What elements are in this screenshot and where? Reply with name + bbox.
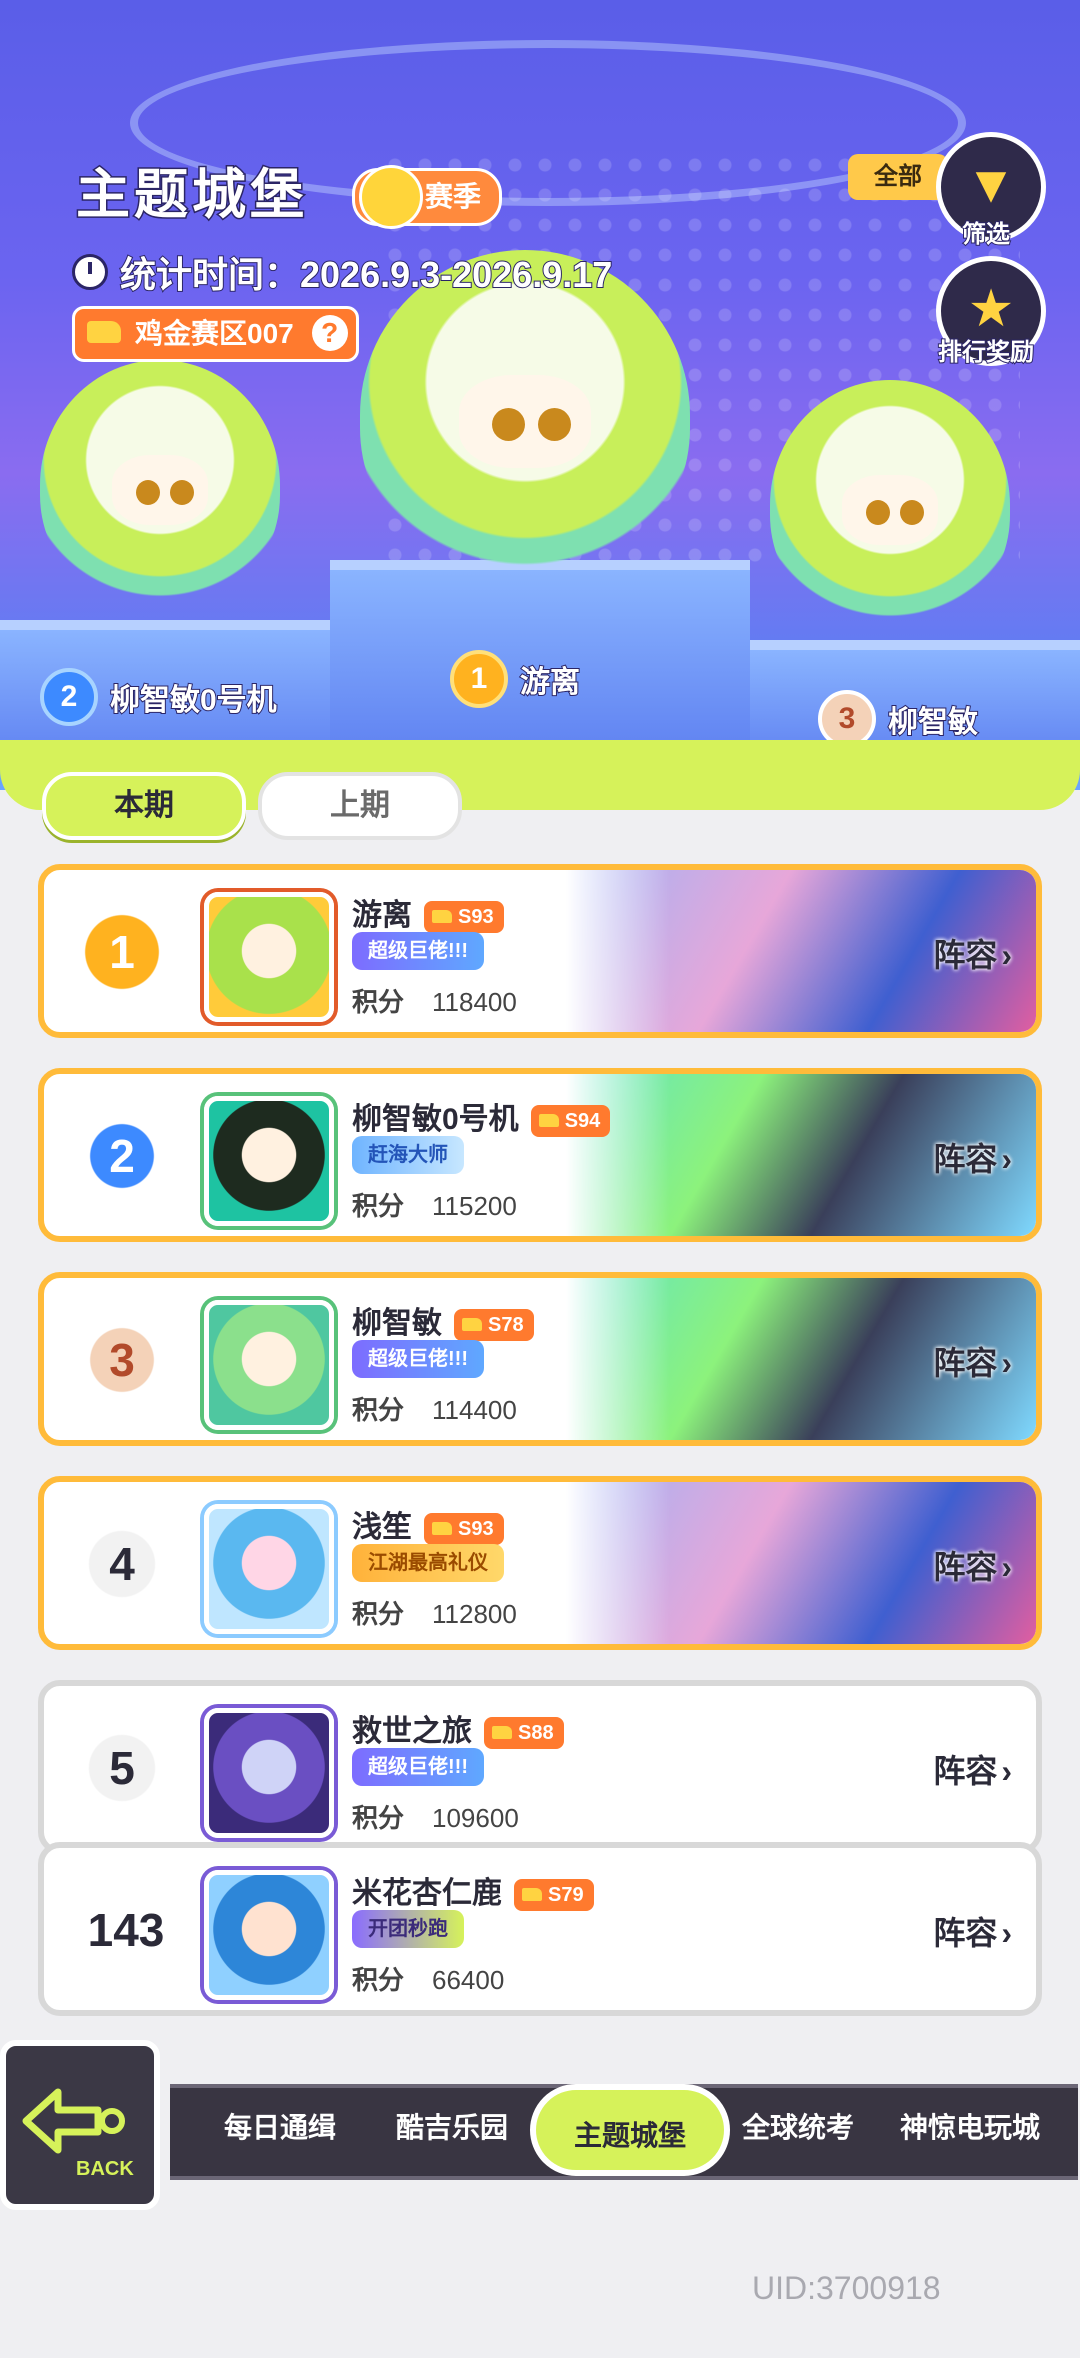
player-title-badge: 开团秒跑 [352,1910,464,1948]
rank-row-3[interactable]: 3 柳智敏 S78 超级巨佬!!! 积分 114400 阵容 › [38,1272,1042,1446]
lineup-button[interactable]: 阵容 › [933,1542,1012,1588]
player-title-badge: 超级巨佬!!! [352,1748,484,1786]
player-title-badge: 赶海大师 [352,1136,464,1174]
lineup-button[interactable]: 阵容 › [933,1338,1012,1384]
avatar[interactable] [204,892,334,1022]
rank-number: 4 [74,1524,170,1604]
avatar[interactable] [204,1870,334,2000]
player-title-badge: 超级巨佬!!! [352,1340,484,1378]
back-button[interactable]: BACK [0,2040,160,2210]
nav-global-exam[interactable]: 全球统考 [742,2100,854,2156]
season-rank-badge: S88 [484,1717,564,1750]
rank-number: 5 [74,1728,170,1808]
score: 积分 109600 [352,1803,519,1833]
character-first[interactable] [360,250,690,580]
chevron-right-icon: › [1001,1753,1012,1789]
season-rank-badge: S93 [424,901,504,934]
rank-row-5[interactable]: 5 救世之旅 S88 超级巨佬!!! 积分 109600 阵容 › [38,1680,1042,1854]
back-label: BACK [76,2158,134,2180]
score: 积分 112800 [352,1599,517,1629]
score: 积分 118400 [352,987,517,1017]
silver-medal-icon: 2 [40,668,98,726]
chevron-right-icon: › [1001,1345,1012,1381]
nav-kuji-park[interactable]: 酷吉乐园 [396,2100,508,2156]
nav-arcade[interactable]: 神惊电玩城 [900,2100,1040,2156]
rank-row-4[interactable]: 4 浅笙 S93 江湖最高礼仪 积分 112800 阵容 › [38,1476,1042,1650]
season-rank-badge: S78 [454,1309,534,1342]
filter-all-label[interactable]: 全部 [848,154,948,200]
avatar[interactable] [204,1300,334,1430]
player-title-badge: 超级巨佬!!! [352,932,484,970]
season-rank-badge: S79 [514,1879,594,1912]
chevron-right-icon: › [1001,1141,1012,1177]
lineup-button[interactable]: 阵容 › [933,1746,1012,1792]
player-name: 游离 S93 [352,890,504,934]
rank-medal: 3 [74,1320,170,1400]
podium-name-second: 2 柳智敏0号机 [40,668,278,726]
user-id: UID:3700918 [752,2270,941,2306]
funnel-icon: ▼ [965,156,1017,214]
player-name: 柳智敏 S78 [352,1298,534,1342]
player-name: 浅笙 S93 [352,1502,504,1546]
stat-time: 统计时间：2026.9.3-2026.9.17 [72,246,613,298]
season-rank-badge: S93 [424,1513,504,1546]
chevron-right-icon: › [1001,937,1012,973]
trophy-icon: ★ [967,280,1015,338]
nav-daily-wanted[interactable]: 每日通缉 [224,2100,336,2156]
reward-label: 排行奖励 [937,338,1035,367]
help-icon[interactable]: ? [311,315,348,351]
region-selector[interactable]: 鸡金赛区007 ? [72,306,359,362]
avatar[interactable] [204,1708,334,1838]
chick-icon [359,165,423,229]
lineup-button[interactable]: 阵容 › [933,1134,1012,1180]
score: 积分 115200 [352,1191,517,1221]
character-third[interactable] [770,380,1010,630]
rank-number: 143 [87,1904,165,1956]
chevron-right-icon: › [1001,1549,1012,1585]
score: 积分 114400 [352,1395,517,1425]
player-name: 救世之旅 S88 [352,1706,564,1750]
score: 积分 66400 [352,1965,505,1995]
my-rank-row[interactable]: 143 米花杏仁鹿 S79 开团秒跑 积分 66400 阵容 › [38,1842,1042,2016]
rank-row-2[interactable]: 2 柳智敏0号机 S94 赶海大师 积分 115200 阵容 › [38,1068,1042,1242]
lineup-button[interactable]: 阵容 › [933,930,1012,976]
tab-previous-period[interactable]: 上期 [258,772,462,840]
filter-label: 筛选 [961,220,1011,249]
gold-medal-icon: 1 [450,650,508,708]
page-title: 主题城堡 [75,164,308,227]
lineup-button[interactable]: 阵容 › [933,1908,1012,1954]
character-second[interactable] [40,360,280,610]
rank-row-1[interactable]: 1 游离 S93 超级巨佬!!! 积分 118400 阵容 › [38,864,1042,1038]
avatar[interactable] [204,1504,334,1634]
rank-medal: 2 [74,1116,170,1196]
tab-current-period[interactable]: 本期 [42,772,246,840]
hero-banner: 2 柳智敏0号机 1 游离 3 柳智敏 [0,0,1080,790]
player-title-badge: 江湖最高礼仪 [352,1544,504,1582]
gun-icon [87,321,121,343]
rank-medal: 1 [74,912,170,992]
player-name: 米花杏仁鹿 S79 [352,1868,594,1912]
back-arrow-icon [22,2088,125,2154]
podium-name-first: 1 游离 [450,650,581,708]
season-rank-badge: S94 [530,1105,611,1138]
avatar[interactable] [204,1096,334,1226]
nav-theme-castle[interactable]: 主题城堡 [530,2084,731,2176]
player-name: 柳智敏0号机 S94 [352,1094,611,1138]
chevron-right-icon: › [1001,1915,1012,1951]
season-badge[interactable]: 赛季 [352,165,503,229]
clock-icon [72,254,108,290]
